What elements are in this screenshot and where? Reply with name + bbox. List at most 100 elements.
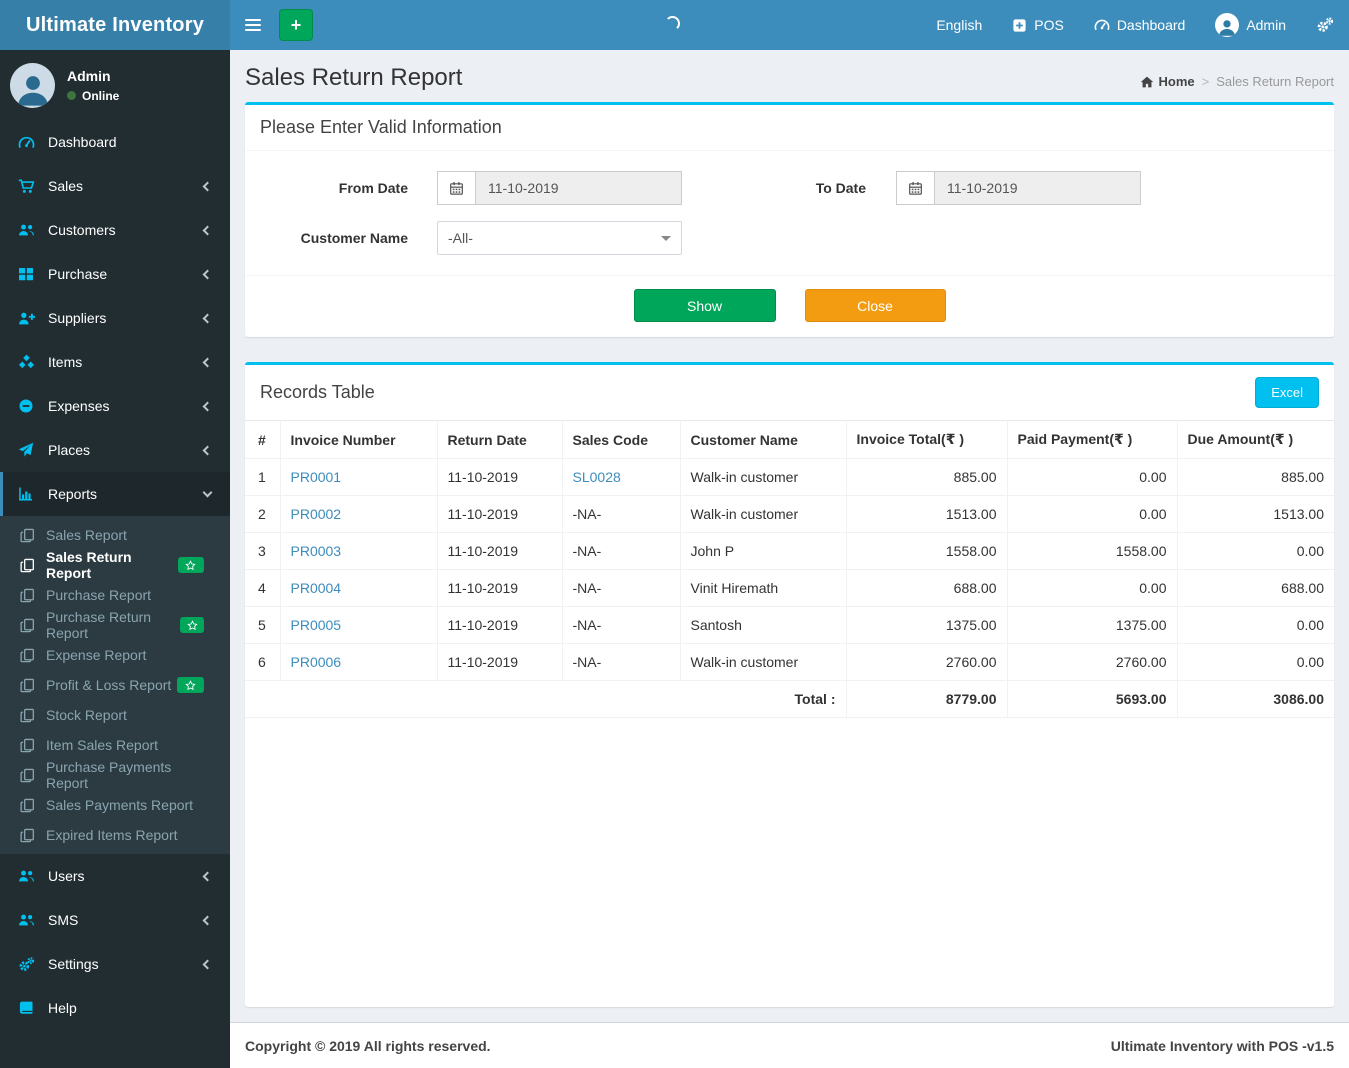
customer-select-value: -All- — [448, 230, 473, 246]
sidebar-item-purchase[interactable]: Purchase — [0, 252, 230, 296]
navbar: + English POS Dashboard Admin — [230, 0, 1349, 50]
gears-icon — [18, 956, 38, 973]
chevron-left-icon — [202, 959, 213, 969]
pos-link[interactable]: POS — [997, 0, 1079, 50]
submenu-item-profit-loss-report[interactable]: Profit & Loss Report — [0, 670, 230, 700]
sidebar-item-items[interactable]: Items — [0, 340, 230, 384]
chevron-left-icon — [202, 871, 213, 881]
sidebar-item-reports[interactable]: Reports — [0, 472, 230, 516]
person-icon — [1217, 17, 1237, 37]
sidebar-item-dashboard[interactable]: Dashboard — [0, 120, 230, 164]
invoice-link[interactable]: PR0006 — [291, 654, 342, 670]
star-icon — [187, 620, 198, 631]
calendar-icon[interactable] — [437, 171, 475, 205]
sidebar-item-sales[interactable]: Sales — [0, 164, 230, 208]
sidebar-item-help[interactable]: Help — [0, 986, 230, 1030]
online-dot-icon — [67, 91, 76, 100]
total-due: 3086.00 — [1176, 680, 1334, 718]
settings-menu[interactable] — [1301, 0, 1349, 50]
quick-add-button[interactable]: + — [279, 9, 313, 41]
to-date-input[interactable] — [934, 171, 1141, 205]
page-footer: Copyright © 2019 All rights reserved. Ul… — [230, 1022, 1349, 1068]
invoice-link[interactable]: PR0005 — [291, 617, 342, 633]
files-icon — [20, 558, 38, 573]
user-panel: Admin Online — [0, 50, 230, 120]
dashboard-link[interactable]: Dashboard — [1079, 0, 1201, 50]
submenu-item-sales-report[interactable]: Sales Report — [0, 520, 230, 550]
sidebar-item-label: Places — [48, 442, 91, 458]
sidebar-item-settings[interactable]: Settings — [0, 942, 230, 986]
submenu-item-stock-report[interactable]: Stock Report — [0, 700, 230, 730]
col-header-paid-payment: Paid Payment(₹ ) — [1006, 420, 1178, 459]
table-row: 6 PR0006 11-10-2019 -NA- Walk-in custome… — [245, 643, 1334, 681]
sidebar: Admin Online Dashboard Sales Customers P… — [0, 50, 230, 1068]
submenu-item-sales-return-report[interactable]: Sales Return Report — [0, 549, 230, 581]
sidebar-item-customers[interactable]: Customers — [0, 208, 230, 252]
page-title: Sales Return Report — [245, 64, 463, 91]
col-header-due-amount: Due Amount(₹ ) — [1176, 420, 1334, 459]
loading-spinner-icon — [665, 16, 680, 31]
users-icon — [18, 912, 38, 929]
submenu-item-item-sales-report[interactable]: Item Sales Report — [0, 730, 230, 760]
sidebar-item-users[interactable]: Users — [0, 854, 230, 898]
sidebar-item-expenses[interactable]: Expenses — [0, 384, 230, 428]
star-icon — [185, 560, 196, 571]
files-icon — [20, 528, 38, 543]
brand-logo[interactable]: Ultimate Inventory — [0, 0, 230, 50]
invoice-link[interactable]: PR0001 — [291, 469, 342, 485]
submenu-item-purchase-return-report[interactable]: Purchase Return Report — [0, 609, 230, 641]
chevron-left-icon — [202, 313, 213, 323]
submenu-item-purchase-payments-report[interactable]: Purchase Payments Report — [0, 759, 230, 791]
sidebar-item-label: Settings — [48, 956, 99, 972]
cubes-icon — [18, 354, 38, 371]
invoice-link[interactable]: PR0002 — [291, 506, 342, 522]
files-icon — [20, 768, 38, 783]
sidebar-item-suppliers[interactable]: Suppliers — [0, 296, 230, 340]
language-menu[interactable]: English — [921, 0, 997, 50]
col-header-invoice-total: Invoice Total(₹ ) — [845, 420, 1008, 459]
tachometer-icon — [1094, 17, 1110, 33]
user-menu[interactable]: Admin — [1200, 0, 1301, 50]
plus-square-icon — [1012, 18, 1027, 33]
invoice-link[interactable]: PR0003 — [291, 543, 342, 559]
files-icon — [20, 738, 38, 753]
cart-icon — [18, 178, 38, 195]
show-button[interactable]: Show — [633, 289, 776, 322]
users-icon — [18, 222, 38, 239]
sidebar-item-label: Help — [48, 1000, 77, 1016]
grid-icon — [18, 266, 38, 282]
star-badge — [177, 557, 204, 573]
top-navbar: Ultimate Inventory + English POS Dashboa… — [0, 0, 1349, 50]
breadcrumb-home-link[interactable]: Home — [1140, 74, 1195, 89]
star-badge — [177, 677, 204, 693]
language-label: English — [936, 17, 983, 33]
invoice-link[interactable]: PR0004 — [291, 580, 342, 596]
table-total-row: Total : 8779.00 5693.00 3086.00 — [245, 680, 1334, 718]
submenu-item-expense-report[interactable]: Expense Report — [0, 640, 230, 670]
gears-icon — [1316, 16, 1334, 34]
calendar-icon[interactable] — [896, 171, 934, 205]
sidebar-item-label: Expenses — [48, 398, 110, 414]
content-header: Sales Return Report Home > Sales Return … — [245, 60, 1334, 102]
user-name-label: Admin — [1246, 17, 1286, 33]
sidebar-item-label: Items — [48, 354, 83, 370]
close-button[interactable]: Close — [804, 289, 946, 322]
pos-label: POS — [1034, 17, 1064, 33]
users-icon — [18, 868, 38, 885]
sidebar-item-sms[interactable]: SMS — [0, 898, 230, 942]
excel-export-button[interactable]: Excel — [1255, 377, 1319, 408]
submenu-item-purchase-report[interactable]: Purchase Report — [0, 580, 230, 610]
customer-select[interactable]: -All- — [437, 221, 682, 255]
sidebar-item-places[interactable]: Places — [0, 428, 230, 472]
sales-code-link[interactable]: SL0028 — [573, 469, 621, 485]
caret-down-icon — [661, 235, 671, 241]
breadcrumb: Home > Sales Return Report — [1140, 74, 1334, 92]
files-icon — [20, 618, 38, 633]
sidebar-item-label: Sales — [48, 178, 84, 194]
sidebar-menu: Dashboard Sales Customers Purchase Suppl… — [0, 120, 230, 1030]
submenu-item-sales-payments-report[interactable]: Sales Payments Report — [0, 790, 230, 820]
sidebar-toggle-button[interactable] — [230, 0, 275, 50]
from-date-input[interactable] — [475, 171, 682, 205]
submenu-item-expired-items-report[interactable]: Expired Items Report — [0, 820, 230, 850]
home-icon — [1140, 75, 1154, 89]
